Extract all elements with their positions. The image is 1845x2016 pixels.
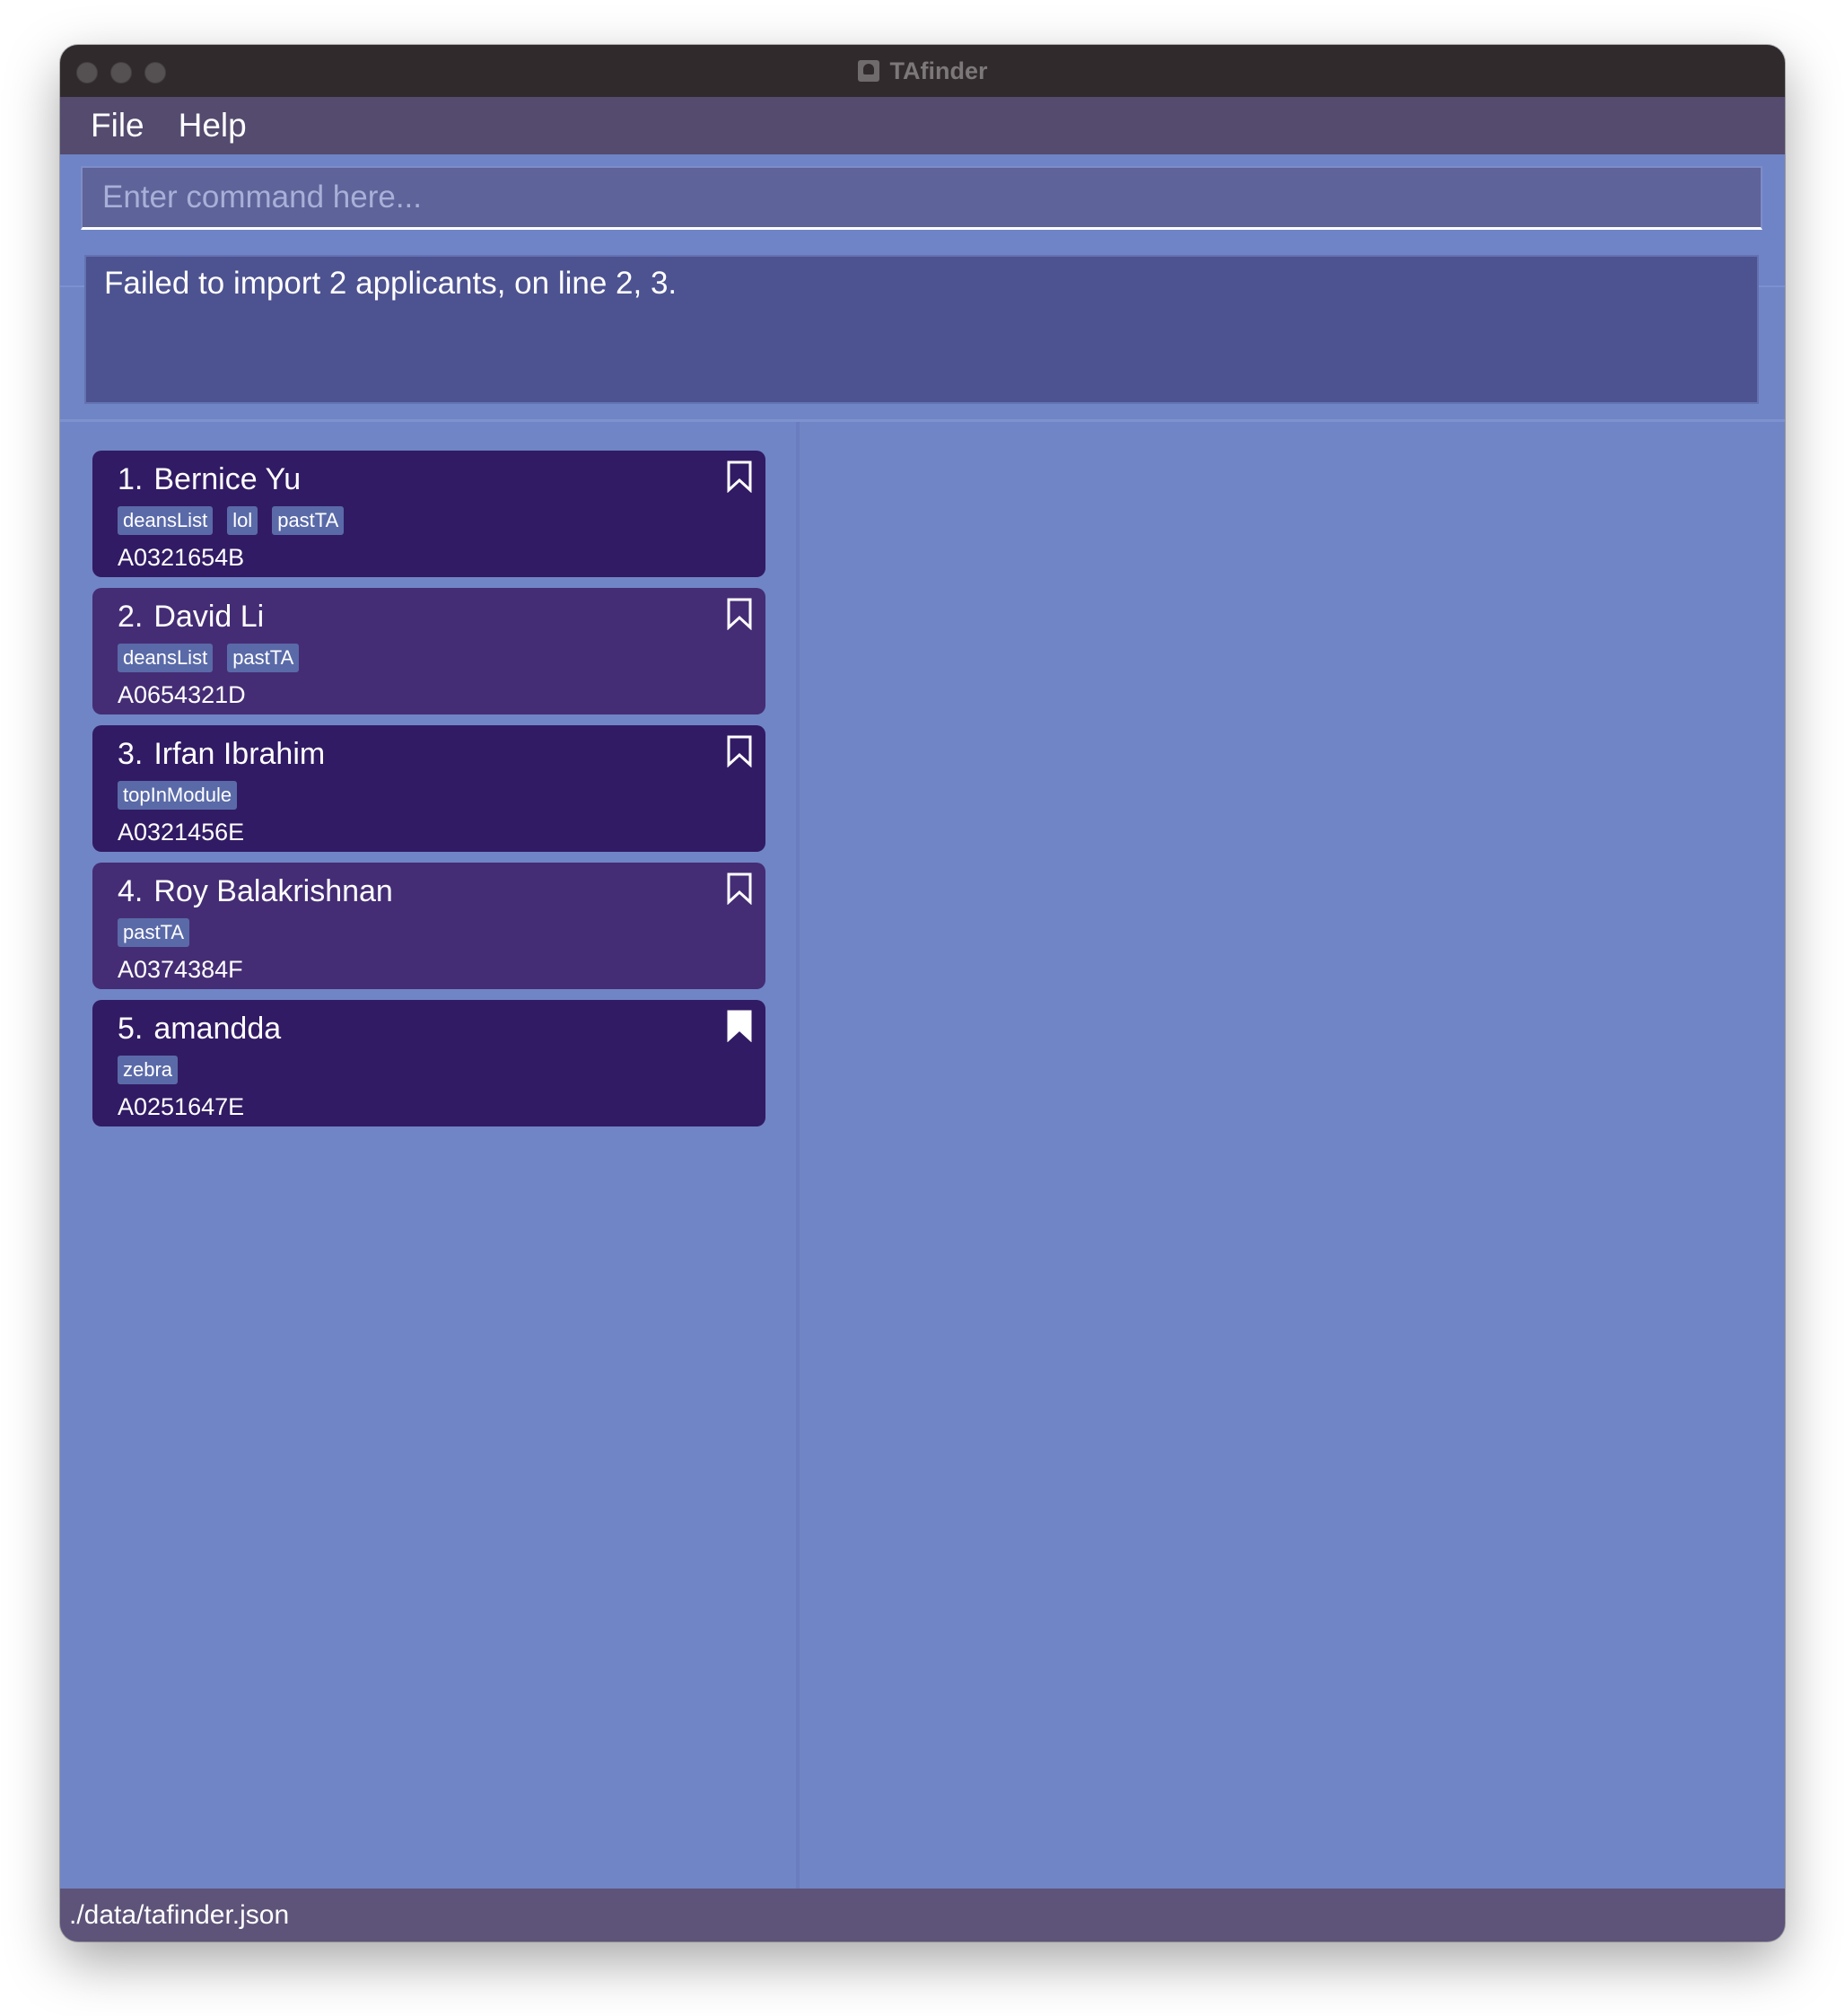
applicant-student-id: A0654321D [118, 681, 246, 708]
applicant-index: 1. [118, 462, 144, 496]
applicant-card[interactable]: 2. David Li deansList pastTA A0654321D [92, 588, 765, 714]
window-title-group: TAfinder [60, 45, 1785, 97]
applicant-tag: lol [227, 506, 258, 535]
applicant-tags: pastTA [118, 918, 740, 947]
applicant-name: David Li [153, 600, 265, 634]
data-file-path: ./data/tafinder.json [69, 1900, 290, 1930]
applicant-index: 3. [118, 737, 144, 771]
applicant-name: Irfan Ibrahim [153, 737, 326, 771]
applicant-tag: pastTA [227, 644, 300, 672]
menu-file[interactable]: File [91, 107, 144, 145]
applicant-name-line: 4. Roy Balakrishnan [118, 870, 740, 913]
menu-help[interactable]: Help [179, 107, 247, 145]
applicant-index: 4. [118, 874, 144, 908]
applicant-tags: topInModule [118, 781, 740, 810]
app-icon [857, 60, 879, 82]
applicant-tag: deansList [118, 644, 214, 672]
bookmark-outline-icon[interactable] [726, 735, 753, 767]
bookmark-outline-icon[interactable] [726, 598, 753, 630]
result-message: Failed to import 2 applicants, on line 2… [104, 266, 678, 301]
bookmark-outline-icon[interactable] [726, 872, 753, 905]
applicant-student-id: A0374384F [118, 956, 243, 983]
applicant-student-id: A0251647E [118, 1093, 245, 1120]
window-title: TAfinder [889, 57, 988, 84]
result-display: Failed to import 2 applicants, on line 2… [84, 255, 1759, 404]
applicant-card[interactable]: 3. Irfan Ibrahim topInModule A0321456E [92, 725, 765, 852]
applicant-card[interactable]: 4. Roy Balakrishnan pastTA A0374384F [92, 863, 765, 989]
applicant-student-id: A0321654B [118, 544, 245, 571]
applicant-tags: deansList lol pastTA [118, 506, 740, 535]
applicant-index: 2. [118, 600, 144, 634]
applicant-tag: deansList [118, 506, 214, 535]
applicant-name: Roy Balakrishnan [153, 874, 393, 908]
applicant-name-line: 2. David Li [118, 595, 740, 638]
applicant-index: 5. [118, 1012, 144, 1046]
applicant-tag: zebra [118, 1056, 179, 1084]
menu-bar: File Help [60, 97, 1785, 154]
applicant-name-line: 5. amandda [118, 1007, 740, 1050]
applicant-tag: pastTA [118, 918, 190, 947]
title-bar: TAfinder [60, 45, 1785, 98]
applicant-name: Bernice Yu [153, 462, 302, 496]
app-window: TAfinder File Help Failed to import 2 ap… [60, 45, 1785, 1941]
command-input[interactable] [81, 166, 1762, 230]
applicant-name-line: 3. Irfan Ibrahim [118, 732, 740, 776]
applicant-tag: pastTA [272, 506, 345, 535]
applicant-student-id: A0321456E [118, 819, 245, 846]
applicant-card[interactable]: 5. amandda zebra A0251647E [92, 1000, 765, 1126]
applicant-tag: topInModule [118, 781, 238, 810]
applicant-card[interactable]: 1. Bernice Yu deansList lol pastTA A0321654B [92, 451, 765, 577]
applicant-tags: deansList pastTA [118, 644, 740, 672]
bookmark-outline-icon[interactable] [726, 460, 753, 493]
applicant-list-panel[interactable]: 1. Bernice Yu deansList lol pastTA A0321654B 2… [60, 422, 800, 1889]
bookmark-filled-icon[interactable] [726, 1010, 753, 1042]
applicant-name: amandda [153, 1012, 282, 1046]
applicant-tags: zebra [118, 1056, 740, 1084]
applicant-detail-panel [800, 422, 1785, 1889]
status-bar: ./data/tafinder.json [60, 1889, 1785, 1941]
applicant-name-line: 1. Bernice Yu [118, 458, 740, 501]
